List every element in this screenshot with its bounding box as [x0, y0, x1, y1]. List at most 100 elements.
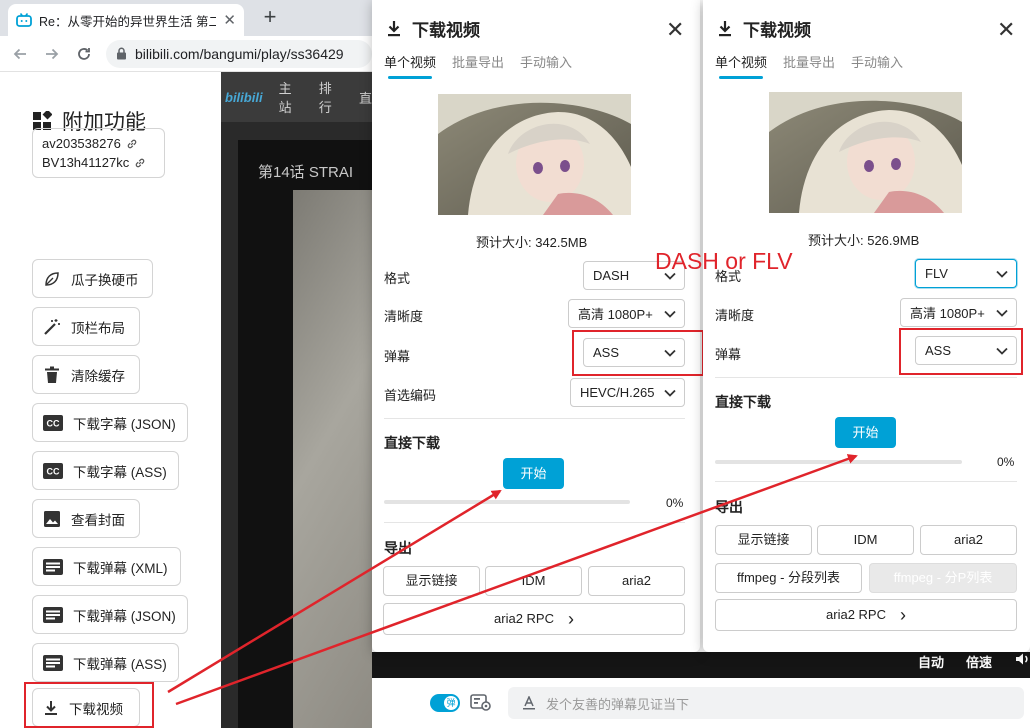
aria2-export-button[interactable]: aria2: [920, 525, 1017, 555]
auto-quality-button[interactable]: 自动: [918, 652, 944, 671]
text-format-icon[interactable]: [522, 696, 536, 710]
svg-text:CC: CC: [47, 466, 60, 476]
chevron-down-icon: [996, 309, 1008, 317]
video-thumbnail: [438, 94, 631, 215]
danmaku-highlight-box: [899, 328, 1023, 375]
danmaku-label: 弹幕: [384, 349, 411, 364]
magic-wand-icon: [43, 318, 61, 336]
close-icon[interactable]: ✕: [997, 17, 1015, 43]
playback-speed-button[interactable]: 倍速: [966, 652, 992, 671]
quality-label: 清晰度: [715, 308, 755, 323]
download-panel-dash: 下载视频 ✕ 单个视频 批量导出 手动输入 预计大小: 342.5MB 格式 D…: [372, 0, 704, 652]
browser-toolbar: bilibili.com/bangumi/play/ss36429: [0, 36, 372, 72]
chevron-right-icon: ›: [899, 605, 906, 625]
sidebar-item-header-layout[interactable]: 顶栏布局: [32, 307, 140, 346]
browser-tab-title: Re：从零开始的异世界生活 第二: [39, 14, 217, 29]
format-label: 格式: [384, 271, 411, 286]
divider: [384, 418, 685, 419]
start-download-button[interactable]: 开始: [835, 417, 896, 448]
tab-single-video[interactable]: 单个视频: [715, 52, 767, 79]
format-value: FLV: [925, 266, 948, 281]
sidebar-item-label: 下载弹幕 (ASS): [73, 656, 167, 672]
close-tab-icon[interactable]: ✕: [223, 11, 236, 29]
danmaku-settings-icon[interactable]: [470, 694, 492, 712]
svg-text:CC: CC: [47, 418, 60, 428]
ffmpeg-segment-list-button[interactable]: ffmpeg - 分段列表: [715, 563, 862, 593]
sidebar-item-download-subtitle-ass[interactable]: CC 下载字幕 (ASS): [32, 451, 179, 490]
danmaku-toggle-knob: 弹: [444, 696, 458, 710]
danmaku-label: 弹幕: [715, 347, 742, 362]
download-progress-bar: [715, 460, 962, 464]
sidebar-item-coin-exchange[interactable]: 瓜子换硬币: [32, 259, 153, 298]
sidebar-item-label: 下载字幕 (JSON): [73, 416, 176, 432]
forward-arrow-icon[interactable]: [38, 40, 66, 68]
site-header: bilibili 主站 排行 直: [221, 72, 372, 122]
tab-batch-export[interactable]: 批量导出: [783, 52, 835, 71]
volume-icon[interactable]: [1015, 652, 1030, 666]
bv-id: BV13h41127kc: [42, 155, 130, 170]
av-id-row[interactable]: av203538276: [42, 134, 155, 153]
sidebar-item-download-danmaku-json[interactable]: 下载弹幕 (JSON): [32, 595, 188, 634]
close-icon[interactable]: ✕: [666, 17, 684, 43]
panel-title: 下载视频: [412, 21, 480, 40]
sidebar-item-download-danmaku-ass[interactable]: 下载弹幕 (ASS): [32, 643, 179, 682]
tab-manual-input[interactable]: 手动输入: [851, 52, 903, 71]
sidebar-item-label: 下载弹幕 (XML): [73, 560, 168, 576]
panel-header: 下载视频: [386, 16, 480, 41]
show-link-button[interactable]: 显示链接: [383, 566, 480, 596]
quality-value: 高清 1080P+: [578, 307, 653, 322]
tab-batch-export[interactable]: 批量导出: [452, 52, 504, 71]
divider: [384, 522, 685, 523]
idm-export-button[interactable]: IDM: [817, 525, 914, 555]
quality-select[interactable]: 高清 1080P+: [900, 298, 1017, 327]
danmaku-toggle[interactable]: 弹: [430, 694, 460, 712]
closed-caption-icon: CC: [43, 462, 63, 479]
estimated-size: 预计大小: 342.5MB: [476, 235, 588, 250]
link-icon[interactable]: [126, 138, 138, 150]
aria2-rpc-button[interactable]: aria2 RPC ›: [715, 599, 1017, 631]
codec-select[interactable]: HEVC/H.265: [570, 378, 685, 407]
tab-manual-input[interactable]: 手动输入: [520, 52, 572, 71]
back-arrow-icon[interactable]: [6, 40, 34, 68]
start-download-button[interactable]: 开始: [503, 458, 564, 489]
aria2-rpc-button[interactable]: aria2 RPC ›: [383, 603, 685, 635]
quality-select[interactable]: 高清 1080P+: [568, 299, 685, 328]
leaf-icon: [43, 270, 61, 288]
danmaku-input[interactable]: 发个友善的弹幕见证当下: [508, 687, 1024, 719]
nav-more[interactable]: 直: [359, 88, 372, 107]
link-icon[interactable]: [134, 157, 146, 169]
show-link-button[interactable]: 显示链接: [715, 525, 812, 555]
sidebar-item-view-cover[interactable]: 查看封面: [32, 499, 140, 538]
new-tab-button[interactable]: +: [256, 4, 284, 32]
download-video-highlight-box: [24, 682, 154, 728]
bilibili-favicon-icon: [16, 12, 32, 28]
sidebar-item-download-subtitle-json[interactable]: CC 下载字幕 (JSON): [32, 403, 188, 442]
codec-value: HEVC/H.265: [580, 385, 655, 400]
idm-export-button[interactable]: IDM: [485, 566, 582, 596]
reload-icon[interactable]: [70, 40, 98, 68]
sidebar-item-label: 清除缓存: [71, 368, 125, 384]
tab-single-video[interactable]: 单个视频: [384, 52, 436, 79]
bv-id-row[interactable]: BV13h41127kc: [42, 153, 155, 172]
aria2-export-button[interactable]: aria2: [588, 566, 685, 596]
download-icon: [386, 20, 402, 37]
chevron-down-icon: [664, 310, 676, 318]
episode-title: 第14话 STRAI: [258, 164, 354, 181]
video-frame-image: [293, 190, 372, 728]
format-select[interactable]: FLV: [915, 259, 1017, 288]
download-icon: [717, 20, 733, 37]
sidebar-item-download-danmaku-xml[interactable]: 下载弹幕 (XML): [32, 547, 181, 586]
chevron-right-icon: ›: [567, 609, 574, 629]
nav-rank[interactable]: 排行: [319, 78, 343, 116]
panel-header: 下载视频: [717, 16, 811, 41]
quality-label: 清晰度: [384, 309, 424, 324]
direct-download-title: 直接下载: [384, 435, 440, 451]
av-id: av203538276: [42, 136, 121, 151]
bilibili-logo[interactable]: bilibili: [225, 90, 263, 105]
browser-tab[interactable]: Re：从零开始的异世界生活 第二 ✕: [8, 4, 244, 36]
sidebar-item-clear-cache[interactable]: 清除缓存: [32, 355, 140, 394]
nav-main[interactable]: 主站: [279, 78, 303, 116]
danmaku-bar: 弹 发个友善的弹幕见证当下: [372, 678, 1030, 728]
chevron-down-icon: [996, 270, 1008, 278]
address-bar[interactable]: bilibili.com/bangumi/play/ss36429: [106, 39, 372, 68]
